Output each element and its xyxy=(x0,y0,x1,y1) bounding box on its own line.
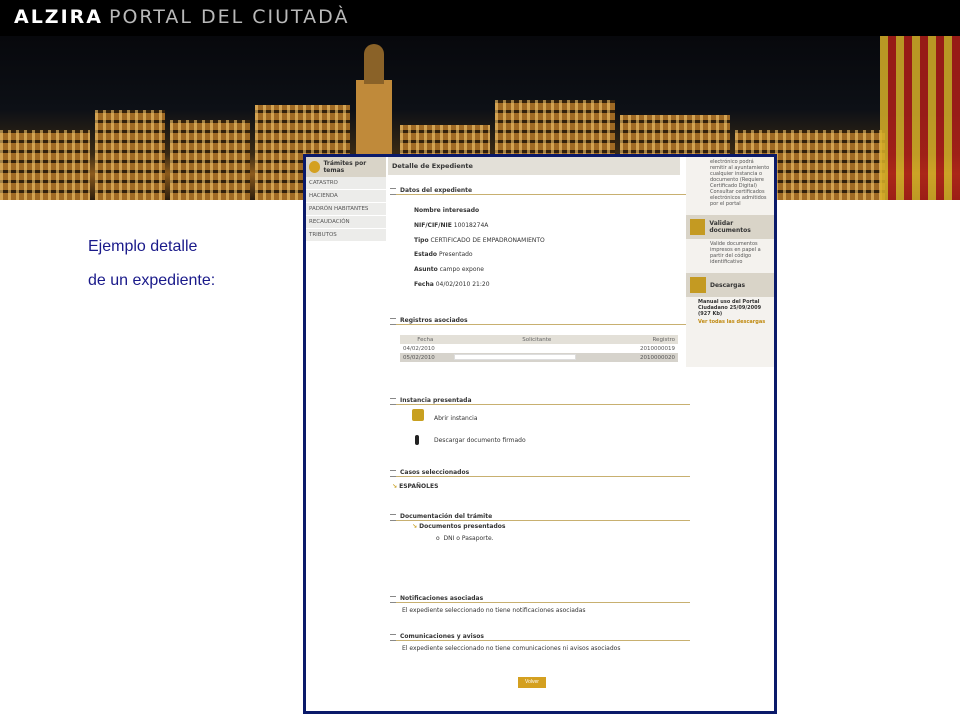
signed-file-icon[interactable] xyxy=(415,435,419,445)
topics-icon xyxy=(309,161,321,173)
nombre-label: Nombre interesado xyxy=(414,207,480,214)
section-comunicaciones: Comunicaciones y avisos xyxy=(390,633,690,641)
download-signed-link[interactable]: Descargar documento firmado xyxy=(434,437,526,444)
comunicaciones-text: El expediente seleccionado no tiene comu… xyxy=(402,645,621,652)
row-solicitante xyxy=(450,353,623,362)
ver-todas-link[interactable]: Ver todas las descargas xyxy=(686,319,774,325)
nav-item-hacienda[interactable]: HACIENDA xyxy=(306,190,386,203)
brand-name: ALZIRA xyxy=(14,6,103,28)
estado-value: Presentado xyxy=(438,251,473,258)
documento-item: o DNI o Pasaporte. xyxy=(436,535,494,542)
table-row: 04/02/2010 2010000019 xyxy=(400,344,678,353)
col-solicitante: Solicitante xyxy=(450,335,623,344)
section-datos: Datos del expediente xyxy=(390,187,690,195)
caption-line-1: Ejemplo detalle xyxy=(88,238,198,255)
row-registro: 2010000019 xyxy=(640,345,675,352)
validar-documentos-box[interactable]: Validar documentos xyxy=(686,215,774,239)
descargas-box[interactable]: Descargas xyxy=(686,273,774,297)
section-registros: Registros asociados xyxy=(390,317,690,325)
validar-title: Validar documentos xyxy=(709,220,751,234)
notificaciones-text: El expediente seleccionado no tiene noti… xyxy=(402,607,586,614)
validate-document-icon xyxy=(690,219,706,235)
sidebar-intro-text: electrónico podrá remitir al ayuntamient… xyxy=(710,159,770,207)
topics-nav-title: Trámites por temas xyxy=(323,160,367,174)
casos-value: ESPAÑOLES xyxy=(399,483,439,490)
casos-item: ↘ ESPAÑOLES xyxy=(392,483,438,490)
descargas-title: Descargas xyxy=(710,281,746,289)
documento-value: DNI o Pasaporte. xyxy=(443,535,494,542)
caption-line-2: de un expediente: xyxy=(88,272,216,289)
nav-item-padron[interactable]: PADRÓN HABITANTES xyxy=(306,203,386,216)
nav-item-recaudacion[interactable]: RECAUDACIÓN xyxy=(306,216,386,229)
site-title: ALZIRA PORTAL DEL CIUTADÀ xyxy=(14,6,349,28)
nif-label: NIF/CIF/NIE xyxy=(414,222,452,229)
col-registro: Registro xyxy=(622,335,678,344)
detail-title: Detalle de Expediente xyxy=(388,157,680,175)
estado-label: Estado xyxy=(414,251,438,258)
field-fecha: Fecha 04/02/2010 21:20 xyxy=(414,281,490,288)
row-registro: 2010000020 xyxy=(622,353,678,362)
validar-text: Valide documentos impresos en papel a pa… xyxy=(710,241,761,265)
field-nombre: Nombre interesado xyxy=(414,207,479,214)
back-button[interactable]: Volver xyxy=(518,677,546,688)
topics-nav-header: Trámites por temas xyxy=(306,157,386,177)
brand-subtitle: PORTAL DEL CIUTADÀ xyxy=(109,6,350,28)
valencian-flag xyxy=(880,36,960,200)
slide-caption: Ejemplo detalle de un expediente: xyxy=(88,230,215,298)
screenshot-frame: Trámites por temas CATASTRO HACIENDA PAD… xyxy=(303,154,777,714)
open-document-icon[interactable] xyxy=(412,409,424,421)
tipo-value: CERTIFICADO DE EMPADRONAMIENTO xyxy=(430,237,545,244)
registros-table: Fecha Solicitante Registro 04/02/2010 20… xyxy=(400,335,678,362)
tipo-label: Tipo xyxy=(414,237,429,244)
table-row: 05/02/2010 2010000020 xyxy=(400,353,678,362)
row-solicitante xyxy=(451,344,623,353)
field-asunto: Asunto campo expone xyxy=(414,266,484,273)
redacted-bar xyxy=(453,354,576,361)
topics-nav: Trámites por temas CATASTRO HACIENDA PAD… xyxy=(306,157,386,242)
right-sidebar: electrónico podrá remitir al ayuntamient… xyxy=(686,157,774,367)
fecha-label: Fecha xyxy=(414,281,434,288)
open-instancia-link[interactable]: Abrir instancia xyxy=(434,415,478,422)
header-bar: ALZIRA PORTAL DEL CIUTADÀ xyxy=(0,0,960,36)
arrow-icon: ↘ xyxy=(392,483,398,490)
download-icon xyxy=(690,277,706,293)
manual-link[interactable]: Manual uso del Portal Ciudadano 25/09/20… xyxy=(686,297,774,319)
section-documentacion: Documentación del trámite xyxy=(390,513,690,521)
field-estado: Estado Presentado xyxy=(414,251,473,258)
documentos-sub-label: Documentos presentados xyxy=(419,523,506,530)
nav-item-catastro[interactable]: CATASTRO xyxy=(306,177,386,190)
field-tipo: Tipo CERTIFICADO DE EMPADRONAMIENTO xyxy=(414,237,545,244)
nav-item-tributos[interactable]: TRIBUTOS xyxy=(306,229,386,242)
arrow-icon: ↘ xyxy=(412,523,418,530)
detail-panel: Detalle de Expediente Datos del expedien… xyxy=(388,157,690,711)
section-instancia: Instancia presentada xyxy=(390,397,690,405)
row-fecha: 05/02/2010 xyxy=(400,353,451,362)
nif-value: 10018274A xyxy=(453,222,489,229)
asunto-value: campo expone xyxy=(439,266,484,273)
section-notificaciones: Notificaciones asociadas xyxy=(390,595,690,603)
col-fecha: Fecha xyxy=(400,335,451,344)
section-casos: Casos seleccionados xyxy=(390,469,690,477)
fecha-value: 04/02/2010 21:20 xyxy=(435,281,490,288)
documentos-subheading: ↘ Documentos presentados xyxy=(412,523,505,530)
row-fecha: 04/02/2010 xyxy=(403,345,435,352)
field-nif: NIF/CIF/NIE 10018274A xyxy=(414,222,488,229)
asunto-label: Asunto xyxy=(414,266,438,273)
